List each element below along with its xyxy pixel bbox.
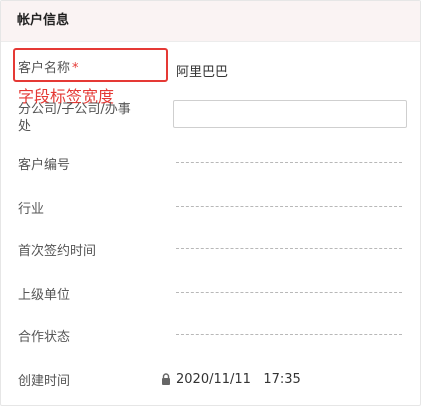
industry-field[interactable] <box>176 206 402 207</box>
industry-label: 行业 <box>18 202 45 217</box>
parent-unit-label: 上级单位 <box>18 288 71 303</box>
customer-name-value: 阿里巴巴 <box>176 65 229 80</box>
branch-label-line1: 分公司/子公司/办事 <box>18 102 131 117</box>
first-contract-time-field[interactable] <box>176 248 402 249</box>
required-mark: * <box>72 61 79 76</box>
customer-name-label-text: 客户名称 <box>18 61 71 76</box>
created-time-label: 创建时间 <box>18 374 71 389</box>
section-title: 帐户信息 <box>1 1 420 42</box>
lock-icon <box>162 373 170 385</box>
parent-unit-field[interactable] <box>176 292 402 293</box>
branch-label-line2: 处 <box>18 119 32 134</box>
customer-number-field[interactable] <box>176 162 402 163</box>
first-contract-time-label: 首次签约时间 <box>18 244 97 259</box>
branch-input[interactable] <box>173 100 407 128</box>
customer-name-label: 客户名称 * <box>18 57 79 76</box>
created-time-value: 2020/11/11 17:35 <box>176 372 301 387</box>
branch-label: 分公司/子公司/办事 处 <box>18 101 131 135</box>
account-info-panel: 帐户信息 客户名称 * 阿里巴巴 字段标签宽度 分公司/子公司/办事 处 客户编号… <box>0 0 421 406</box>
cooperation-status-label: 合作状态 <box>18 330 71 345</box>
cooperation-status-field[interactable] <box>176 334 402 335</box>
customer-number-label: 客户编号 <box>18 158 71 173</box>
